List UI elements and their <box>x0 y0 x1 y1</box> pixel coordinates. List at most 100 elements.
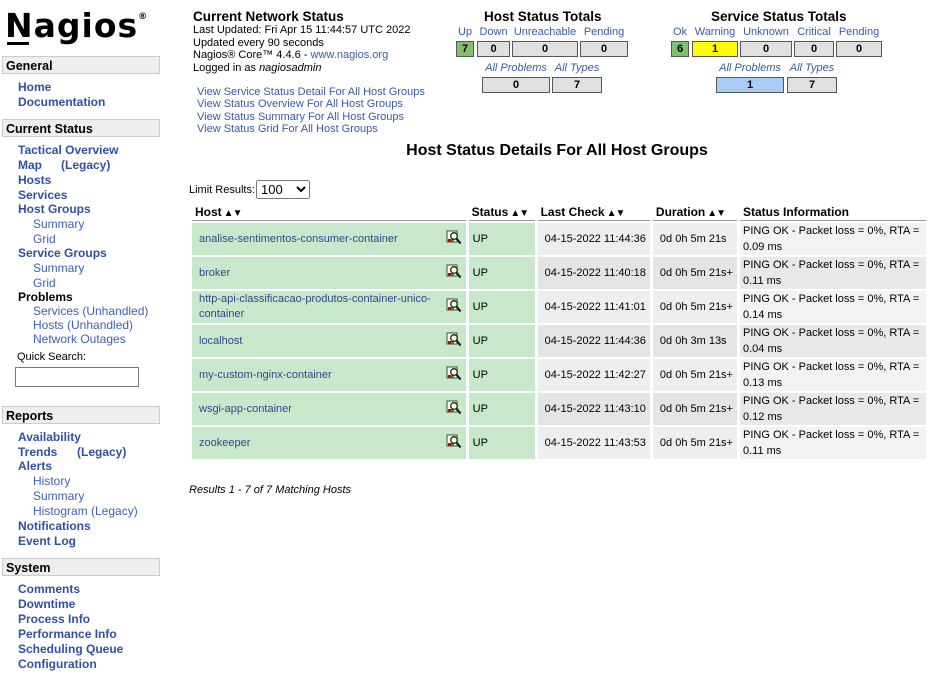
nav-hosts[interactable]: Hosts <box>18 173 51 187</box>
host-link[interactable]: wsgi-app-container <box>199 403 292 415</box>
nav-documentation[interactable]: Documentation <box>18 95 105 109</box>
service-total-unknown-value: 0 <box>740 41 792 57</box>
service-total-ok-label[interactable]: Ok <box>670 26 690 38</box>
host-cell: zookeeper <box>192 427 466 459</box>
service-all-types-label[interactable]: All Types <box>787 62 837 74</box>
nav-map[interactable]: Map <box>18 158 42 172</box>
nav-comments[interactable]: Comments <box>18 582 80 596</box>
nav-downtime[interactable]: Downtime <box>18 597 75 611</box>
section-general: General <box>2 56 160 74</box>
nagios-website-link[interactable]: www.nagios.org <box>311 49 389 61</box>
host-total-up-label[interactable]: Up <box>456 26 474 38</box>
nav-trends-legacy[interactable]: (Legacy) <box>77 445 126 459</box>
nav-host-groups-summary[interactable]: Summary <box>33 217 84 231</box>
host-total-up-value: 7 <box>456 41 474 57</box>
link-status-overview[interactable]: View Status Overview For All Host Groups <box>197 98 425 110</box>
nav-trends[interactable]: Trends <box>18 445 57 459</box>
service-total-warning-label[interactable]: Warning <box>692 26 738 38</box>
status-information-cell: PING OK - Packet loss = 0%, RTA = 0.04 m… <box>740 325 926 357</box>
table-row: my-custom-nginx-container UP 04-15-2022 11… <box>192 359 926 391</box>
sort-arrows-icon[interactable]: ▲▼ <box>607 208 626 219</box>
nav-hosts-unhandled[interactable]: Hosts (Unhandled) <box>33 318 133 332</box>
link-status-grid[interactable]: View Status Grid For All Host Groups <box>197 123 425 135</box>
magnifier-icon[interactable] <box>446 366 462 382</box>
nav-configuration[interactable]: Configuration <box>18 657 97 671</box>
magnifier-icon[interactable] <box>446 298 462 314</box>
magnifier-icon[interactable] <box>446 230 462 246</box>
duration-cell: 0d 0h 5m 21s+ <box>652 393 737 425</box>
host-cell: localhost <box>192 325 466 357</box>
magnifier-icon[interactable] <box>446 400 462 416</box>
host-link[interactable]: zookeeper <box>199 437 250 449</box>
link-status-summary[interactable]: View Status Summary For All Host Groups <box>197 111 425 123</box>
nav-notifications[interactable]: Notifications <box>18 519 91 533</box>
nav-map-legacy[interactable]: (Legacy) <box>61 158 110 172</box>
table-row: localhost UP 04-15-2022 11:44:36 0d 0h 3m 1… <box>192 325 926 357</box>
logged-in-line: Logged in as nagiosadmin <box>193 61 322 74</box>
version-line: Nagios® Core™ 4.4.6 - www.nagios.org <box>193 49 389 61</box>
status-cell: UP <box>468 325 535 357</box>
section-current-status: Current Status <box>2 119 160 137</box>
limit-results-select[interactable]: 100 <box>256 180 310 199</box>
host-link[interactable]: my-custom-nginx-container <box>199 369 332 381</box>
nav-alerts-history[interactable]: History <box>33 474 70 488</box>
sidebar: Nagios® General Home Documentation Curre… <box>0 0 170 682</box>
nav-process-info[interactable]: Process Info <box>18 612 90 626</box>
host-total-down-label[interactable]: Down <box>477 26 510 38</box>
magnifier-icon[interactable] <box>446 264 462 280</box>
nav-event-log[interactable]: Event Log <box>18 534 76 548</box>
nav-services[interactable]: Services <box>18 188 67 202</box>
host-link[interactable]: broker <box>199 267 230 279</box>
status-cell: UP <box>468 291 535 323</box>
nav-alerts-histogram[interactable]: Histogram (Legacy) <box>33 504 138 518</box>
host-cell: http-api-classificacao-produtos-containe… <box>192 291 466 323</box>
nav-network-outages[interactable]: Network Outages <box>33 332 126 346</box>
service-total-critical-value: 0 <box>794 41 834 57</box>
service-total-unknown-label[interactable]: Unknown <box>740 26 792 38</box>
nav-alerts-summary[interactable]: Summary <box>33 489 84 503</box>
nav-service-groups[interactable]: Service Groups <box>18 246 107 260</box>
host-total-pending-label[interactable]: Pending <box>580 26 628 38</box>
status-cell: UP <box>468 359 535 391</box>
link-service-status-detail[interactable]: View Service Status Detail For All Host … <box>197 86 425 98</box>
section-system: System <box>2 558 160 576</box>
status-information-cell: PING OK - Packet loss = 0%, RTA = 0.11 m… <box>740 257 926 289</box>
host-link[interactable]: http-api-classificacao-produtos-containe… <box>199 293 431 320</box>
service-all-problems-label[interactable]: All Problems <box>716 62 784 74</box>
nav-service-groups-summary[interactable]: Summary <box>33 261 84 275</box>
host-total-unreachable-label[interactable]: Unreachable <box>512 26 578 38</box>
sort-arrows-icon[interactable]: ▲▼ <box>224 208 243 219</box>
nav-host-groups-grid[interactable]: Grid <box>33 232 56 246</box>
nav-scheduling-queue[interactable]: Scheduling Queue <box>18 642 123 656</box>
nav-services-unhandled[interactable]: Services (Unhandled) <box>33 304 148 318</box>
last-check-cell: 04-15-2022 11:44:36 <box>537 325 650 357</box>
duration-cell: 0d 0h 5m 21s <box>652 223 737 255</box>
host-link[interactable]: analise-sentimentos-consumer-container <box>199 233 398 245</box>
quick-search-input[interactable] <box>15 367 139 387</box>
sort-arrows-icon[interactable]: ▲▼ <box>707 208 726 219</box>
status-information-cell: PING OK - Packet loss = 0%, RTA = 0.14 m… <box>740 291 926 323</box>
sort-arrows-icon[interactable]: ▲▼ <box>510 208 529 219</box>
nav-service-groups-grid[interactable]: Grid <box>33 276 56 290</box>
host-all-problems-label[interactable]: All Problems <box>482 62 550 74</box>
table-row: http-api-classificacao-produtos-containe… <box>192 291 926 323</box>
host-cell: analise-sentimentos-consumer-container <box>192 223 466 255</box>
nav-home[interactable]: Home <box>18 80 51 94</box>
column-duration: Duration ▲▼ <box>652 203 737 221</box>
nav-availability[interactable]: Availability <box>18 430 81 444</box>
host-all-types-label[interactable]: All Types <box>552 62 602 74</box>
nav-host-groups[interactable]: Host Groups <box>18 202 91 216</box>
column-last-check: Last Check ▲▼ <box>537 203 650 221</box>
magnifier-icon[interactable] <box>446 332 462 348</box>
logged-user: nagiosadmin <box>259 61 322 74</box>
service-total-critical-label[interactable]: Critical <box>794 26 834 38</box>
service-total-pending-label[interactable]: Pending <box>836 26 882 38</box>
nav-alerts[interactable]: Alerts <box>18 459 52 473</box>
host-link[interactable]: localhost <box>199 335 242 347</box>
nagios-logo[interactable]: Nagios® <box>5 6 148 45</box>
nav-tactical-overview[interactable]: Tactical Overview <box>18 143 119 157</box>
column-status-information: Status Information <box>740 203 926 221</box>
magnifier-icon[interactable] <box>446 434 462 450</box>
duration-cell: 0d 0h 5m 21s+ <box>652 359 737 391</box>
nav-performance-info[interactable]: Performance Info <box>18 627 117 641</box>
